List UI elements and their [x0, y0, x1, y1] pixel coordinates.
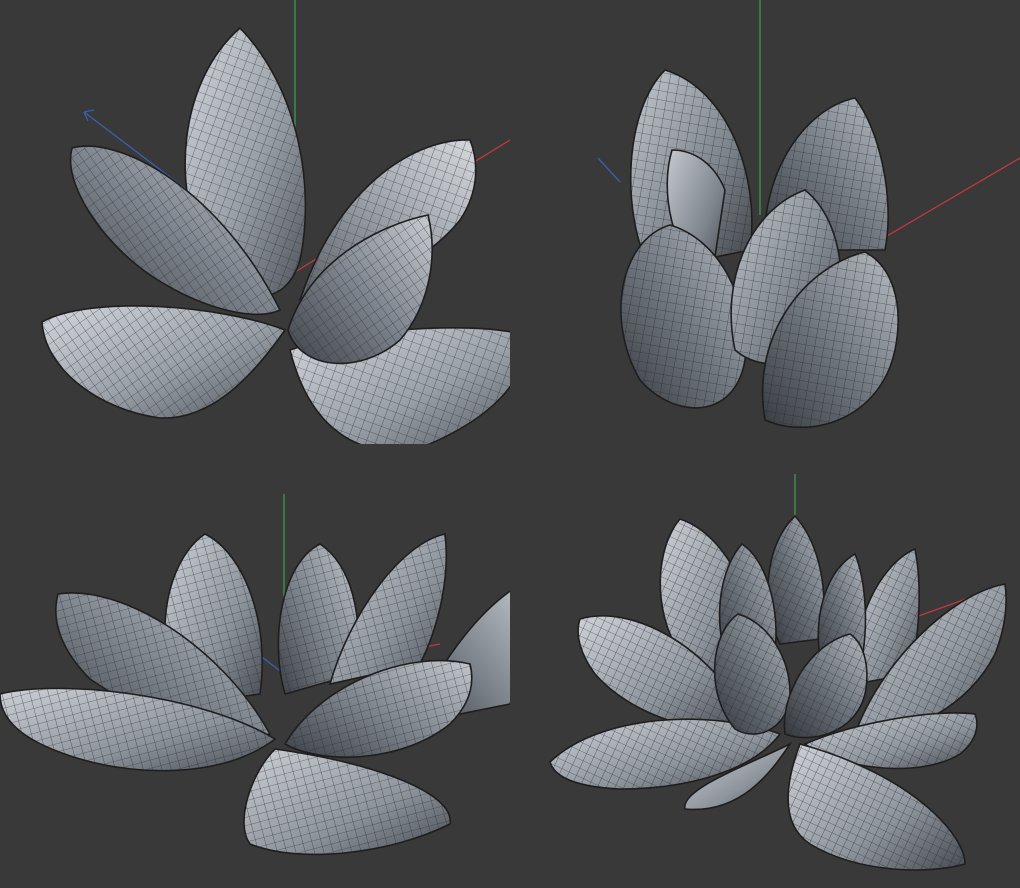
mesh-render-bottom-right: [549, 474, 1007, 871]
viewport-grid: [0, 0, 1020, 888]
axis-x-line: [879, 157, 1020, 241]
petal-front-bottom: [243, 748, 451, 856]
viewport-bottom-left[interactable]: [0, 444, 510, 888]
petal-bottom-left: [41, 305, 287, 419]
viewport-top-left[interactable]: [0, 0, 510, 444]
petal-inner-front-right: [783, 633, 868, 739]
axis-z-line: [597, 157, 621, 183]
mesh-render-bottom-left: [0, 494, 510, 856]
viewport-top-right[interactable]: [510, 0, 1020, 444]
mesh-render-top-right: [597, 0, 1020, 429]
mesh-render-top-left: [41, 0, 510, 444]
viewport-bottom-right[interactable]: [510, 444, 1020, 888]
